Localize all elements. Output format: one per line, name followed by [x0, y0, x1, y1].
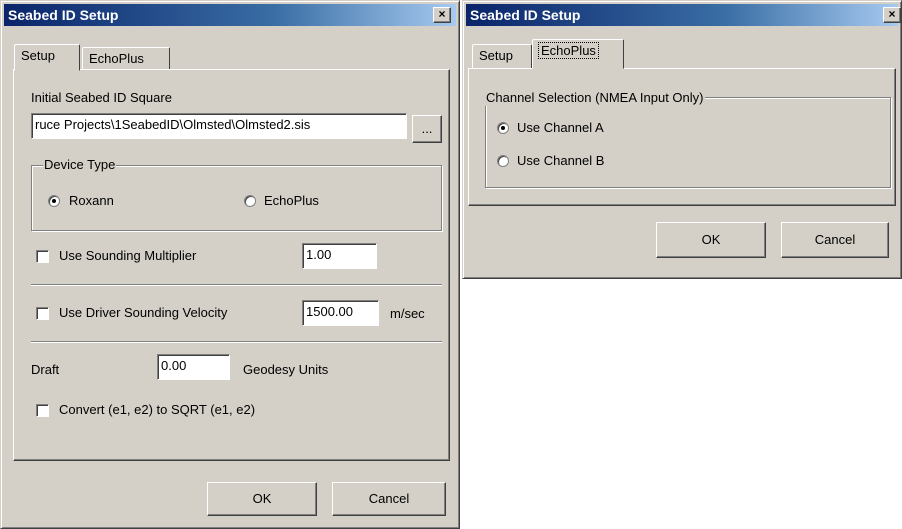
device-type-label: Device Type [43, 157, 117, 173]
roxann-label: Roxann [69, 193, 114, 208]
ok-button[interactable]: OK [207, 482, 317, 516]
ok-button[interactable]: OK [656, 222, 766, 258]
channel-b-radio[interactable] [497, 155, 509, 167]
tab-setup[interactable]: Setup [472, 44, 532, 68]
initial-square-label: Initial Seabed ID Square [31, 90, 172, 105]
convert-checkbox[interactable] [36, 404, 49, 417]
roxann-radio[interactable] [48, 195, 60, 207]
close-icon[interactable]: × [433, 7, 451, 23]
convert-label: Convert (e1, e2) to SQRT (e1, e2) [59, 402, 256, 417]
tab-setup[interactable]: Setup [14, 44, 80, 71]
echoplus-tab-panel: Channel Selection (NMEA Input Only) Use … [468, 68, 896, 206]
channel-selection-group [485, 97, 891, 188]
use-sounding-multiplier-checkbox[interactable] [36, 250, 49, 263]
echoplus-label: EchoPlus [264, 193, 319, 208]
tab-echoplus-label: EchoPlus [89, 51, 144, 66]
browse-button[interactable]: ... [412, 115, 442, 143]
title-bar: Seabed ID Setup [4, 4, 456, 26]
use-driver-velocity-checkbox[interactable] [36, 307, 49, 320]
echoplus-radio[interactable] [244, 195, 256, 207]
cancel-button[interactable]: Cancel [781, 222, 889, 258]
channel-b-label: Use Channel B [517, 153, 605, 168]
use-sounding-multiplier-label: Use Sounding Multiplier [59, 248, 197, 263]
draft-label: Draft [31, 362, 60, 377]
tab-setup-label: Setup [479, 48, 513, 63]
tab-echoplus-label: EchoPlus [538, 42, 599, 59]
multiplier-field[interactable]: 1.00 [302, 243, 377, 269]
channel-selection-label: Channel Selection (NMEA Input Only) [485, 90, 705, 106]
separator [31, 341, 442, 343]
separator [31, 284, 442, 286]
tab-echoplus[interactable]: EchoPlus [532, 39, 624, 69]
use-driver-velocity-label: Use Driver Sounding Velocity [59, 305, 228, 320]
tab-setup-label: Setup [21, 48, 55, 63]
channel-a-label: Use Channel A [517, 120, 604, 135]
geodesy-units-label: Geodesy Units [243, 362, 329, 377]
seabed-setup-echoplus-dialog: Seabed ID Setup × Setup EchoPlus Channel… [462, 0, 902, 279]
initial-square-path-field[interactable]: ruce Projects\1SeabedID\Olmsted\Olmsted2… [31, 113, 407, 139]
velocity-unit-label: m/sec [390, 306, 425, 321]
setup-tab-panel: Initial Seabed ID Square ruce Projects\1… [13, 69, 450, 461]
tab-echoplus[interactable]: EchoPlus [82, 47, 170, 71]
cancel-button[interactable]: Cancel [332, 482, 446, 516]
seabed-setup-dialog: Seabed ID Setup × Setup EchoPlus Initial… [0, 0, 460, 529]
velocity-field[interactable]: 1500.00 [302, 300, 379, 326]
channel-a-radio[interactable] [497, 122, 509, 134]
dialog-title: Seabed ID Setup [470, 7, 581, 23]
title-bar: Seabed ID Setup [466, 4, 898, 26]
draft-field[interactable]: 0.00 [157, 354, 230, 380]
close-icon[interactable]: × [883, 7, 901, 23]
dialog-title: Seabed ID Setup [8, 7, 119, 23]
